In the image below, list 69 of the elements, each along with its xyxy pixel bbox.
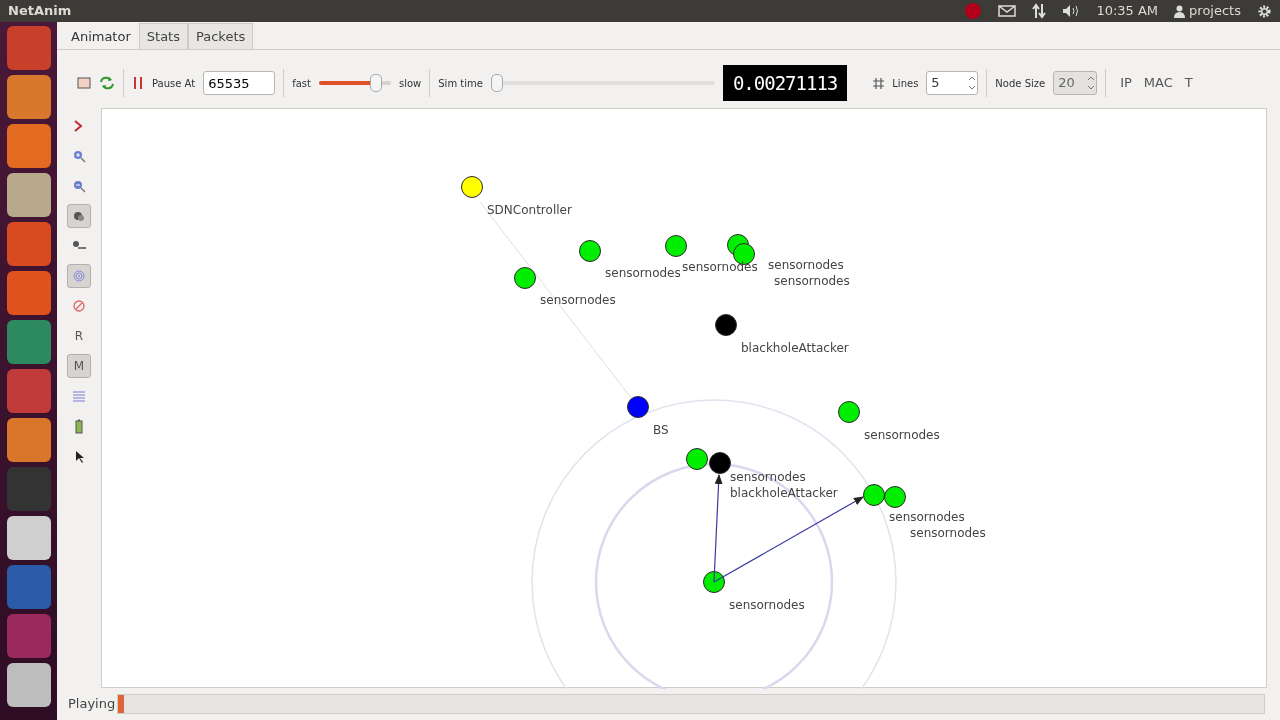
node[interactable] xyxy=(863,484,885,506)
tab[interactable]: Stats xyxy=(138,22,188,49)
node-label: sensornodes xyxy=(605,267,681,279)
app-icon[interactable] xyxy=(6,173,51,217)
node-size-spinbox[interactable]: 20 xyxy=(1053,71,1098,95)
node[interactable] xyxy=(715,314,737,336)
status-text: Playing xyxy=(68,695,116,714)
node[interactable] xyxy=(838,401,860,423)
settings-icon[interactable] xyxy=(1257,3,1272,19)
lines-spinbox[interactable]: 5 xyxy=(926,71,979,95)
window-icon[interactable] xyxy=(77,77,91,89)
node-label: sensornodes xyxy=(768,259,844,271)
node[interactable] xyxy=(884,486,906,508)
mail-icon[interactable] xyxy=(998,5,1017,17)
grid-icon[interactable] xyxy=(873,77,885,89)
toggle-button[interactable]: M xyxy=(67,354,91,378)
zoom-out-icon[interactable] xyxy=(71,178,87,194)
toggle-button[interactable]: R xyxy=(67,324,91,348)
node-label: sensornodes xyxy=(889,511,965,523)
app-icon[interactable] xyxy=(6,663,51,707)
clock-text[interactable]: 10:35 AM xyxy=(1096,1,1159,21)
user-name[interactable]: projects xyxy=(1189,1,1241,21)
toggle-button[interactable]: T xyxy=(1178,73,1199,93)
refresh-icon[interactable] xyxy=(99,76,115,90)
speed-slider[interactable] xyxy=(318,74,391,92)
volume-icon[interactable] xyxy=(1062,4,1081,18)
lines-label: Lines xyxy=(892,76,919,91)
node-label: sensornodes xyxy=(729,599,805,611)
node[interactable] xyxy=(579,240,601,262)
toggle-button[interactable]: IP xyxy=(1114,73,1138,93)
app-icon[interactable] xyxy=(6,418,51,462)
node-label: sensornodes xyxy=(540,294,616,306)
network-icon[interactable] xyxy=(1032,3,1047,19)
node[interactable] xyxy=(686,448,708,470)
app-icon[interactable] xyxy=(6,75,51,119)
node[interactable] xyxy=(627,396,649,418)
sim-time-slider[interactable] xyxy=(490,74,715,92)
node-label: blackholeAttacker xyxy=(741,342,849,354)
node[interactable] xyxy=(514,267,536,289)
zoom-in-icon[interactable] xyxy=(71,148,87,164)
node[interactable] xyxy=(461,176,483,198)
sim-time-label: Sim time xyxy=(438,76,483,91)
slow-label: slow xyxy=(398,76,422,91)
node-label: blackholeAttacker xyxy=(730,487,838,499)
pause-icon[interactable] xyxy=(132,76,144,90)
pause-at-label: Pause At xyxy=(152,76,196,91)
node[interactable] xyxy=(709,452,731,474)
node-label: sensornodes xyxy=(864,429,940,441)
fast-label: fast xyxy=(292,76,311,91)
node-label: sensornodes xyxy=(730,471,806,483)
app-icon[interactable] xyxy=(6,516,51,560)
node-label: BS xyxy=(653,424,669,436)
toggle-button[interactable]: MAC xyxy=(1137,73,1179,93)
node-size-label: Node Size xyxy=(995,76,1046,91)
window-title: NetAnim xyxy=(7,2,72,21)
prohibited-icon[interactable] xyxy=(71,298,87,314)
sim-time-display: 0.00271113 xyxy=(722,65,848,101)
user-icon xyxy=(1174,4,1186,18)
app-icon[interactable] xyxy=(6,124,51,168)
node-label: sensornodes xyxy=(774,275,850,287)
tab[interactable]: Packets xyxy=(187,22,254,49)
node[interactable] xyxy=(703,571,725,593)
node-label: sensornodes xyxy=(910,527,986,539)
node[interactable] xyxy=(665,235,687,257)
pause-at-field[interactable]: 65535 xyxy=(203,71,276,95)
spin-arrows-icon[interactable] xyxy=(1086,74,1097,92)
node-label: sensornodes xyxy=(682,261,758,273)
node-label: SDNController xyxy=(487,204,572,216)
spin-arrows-icon[interactable] xyxy=(967,74,978,92)
